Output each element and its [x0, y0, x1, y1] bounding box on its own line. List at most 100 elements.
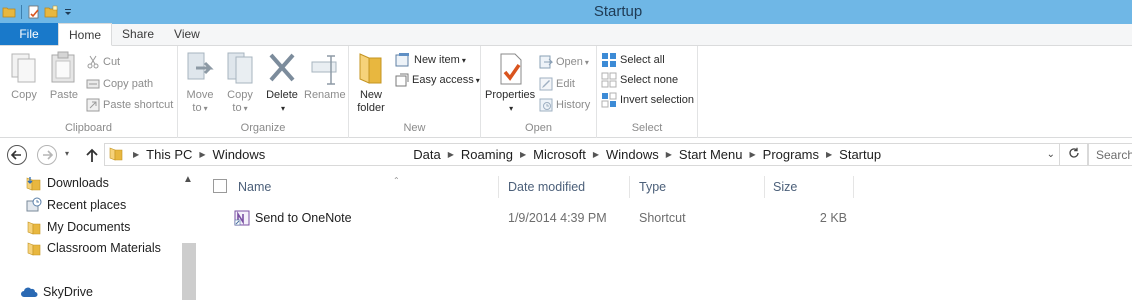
copy-to-label: Copy to ▾: [227, 89, 253, 114]
back-button[interactable]: [6, 144, 28, 166]
column-header-name[interactable]: Name ⌃: [238, 176, 496, 198]
column-header-size[interactable]: Size: [773, 176, 853, 198]
scissors-icon: [87, 55, 99, 69]
select-group: Select all Select none Invert selection …: [597, 46, 698, 138]
easy-access-icon: [395, 73, 409, 87]
folder-icon: [27, 242, 41, 256]
properties-icon[interactable]: [27, 5, 41, 19]
copy-label: Copy: [11, 89, 37, 101]
organize-group: Move to ▾ Copy to ▾ Delete ▾ Rename Organize: [178, 46, 349, 138]
new-item-label: New item: [414, 54, 460, 66]
move-to-button[interactable]: Move to ▾: [184, 50, 216, 115]
column-divider[interactable]: [764, 176, 765, 198]
tab-file[interactable]: File: [0, 23, 58, 45]
breadcrumb-windows[interactable]: Windows: [213, 147, 266, 162]
invert-selection-button[interactable]: Invert selection: [601, 91, 694, 109]
breadcrumb-separator[interactable]: ▶: [126, 150, 146, 159]
properties-button[interactable]: Properties ▾: [485, 50, 535, 115]
file-size-cell: 2 KB: [819, 211, 847, 225]
breadcrumb-windows-2[interactable]: Windows ▶: [606, 147, 679, 162]
new-folder-button[interactable]: New folder: [355, 50, 387, 115]
copy-icon: [11, 53, 36, 83]
easy-access-label: Easy access: [412, 74, 474, 86]
clipboard-group: Copy Paste Cut Copy path Paste shortcut …: [0, 46, 178, 138]
file-date-cell: 1/9/2014 4:39 PM: [508, 211, 607, 225]
tab-home[interactable]: Home: [58, 23, 113, 46]
history-label: History: [556, 99, 591, 111]
file-name-cell[interactable]: Send to OneNote: [234, 207, 352, 229]
select-all-label: Select all: [620, 54, 665, 66]
window-title: Startup: [593, 3, 643, 20]
paste-label: Paste: [49, 89, 79, 101]
breadcrumb-start-menu[interactable]: Start Menu ▶: [679, 147, 763, 162]
breadcrumb-startup[interactable]: Startup: [839, 147, 881, 162]
new-item-icon: [395, 53, 409, 67]
column-divider[interactable]: [853, 176, 854, 198]
new-folder-label: New folder: [357, 89, 385, 114]
scroll-up-icon[interactable]: ▲: [183, 174, 193, 185]
delete-button[interactable]: Delete ▾: [266, 50, 298, 115]
ribbon-tab-bar: File Home Share View: [0, 23, 1132, 46]
scrollbar-thumb[interactable]: [182, 243, 196, 300]
history-button[interactable]: History: [539, 96, 590, 114]
history-icon: [539, 98, 553, 112]
search-input[interactable]: Search: [1088, 143, 1132, 166]
paste-shortcut-button[interactable]: Paste shortcut: [86, 96, 173, 114]
open-button[interactable]: Open ▾: [539, 53, 589, 71]
new-folder-icon[interactable]: [44, 5, 58, 19]
properties-icon: [500, 53, 522, 85]
nav-pane-scrollbar[interactable]: ▲: [180, 171, 198, 300]
refresh-icon[interactable]: [1068, 147, 1080, 162]
edit-button[interactable]: Edit: [539, 75, 575, 93]
up-button[interactable]: [81, 144, 103, 166]
tab-share[interactable]: Share: [112, 23, 164, 45]
recent-locations-chevron-icon[interactable]: ▾: [65, 149, 69, 158]
select-none-icon: [601, 72, 617, 88]
nav-item-my-documents[interactable]: My Documents: [26, 217, 130, 237]
forward-button[interactable]: [36, 144, 58, 166]
file-list: Name ⌃ Date modified Type Size Send to O…: [198, 171, 1132, 300]
edit-pencil-icon: [539, 77, 553, 91]
rename-button[interactable]: Rename: [304, 50, 346, 102]
new-item-button[interactable]: New item ▾: [395, 51, 466, 69]
breadcrumb-this-pc[interactable]: This PC ▶: [146, 147, 212, 162]
column-divider[interactable]: [498, 176, 499, 198]
navigation-bar: ▾ ▶ This PC ▶ Windows Data ▶ Roaming ▶ Micr…: [0, 139, 1132, 171]
new-group: New folder New item ▾ Easy access ▾ New: [349, 46, 481, 138]
paste-button[interactable]: Paste: [48, 50, 80, 102]
copy-path-button[interactable]: Copy path: [86, 75, 153, 93]
forward-arrow-icon: [37, 145, 57, 165]
sort-caret-icon: ⌃: [393, 176, 400, 185]
breadcrumb-microsoft[interactable]: Microsoft ▶: [533, 147, 606, 162]
column-divider[interactable]: [629, 176, 630, 198]
address-history-dropdown-icon[interactable]: ⌄: [1047, 149, 1055, 160]
title-bar: Startup: [0, 0, 1132, 24]
copy-to-button[interactable]: Copy to ▾: [224, 50, 256, 115]
copy-path-icon: [86, 79, 100, 89]
breadcrumb-roaming[interactable]: Roaming ▶: [461, 147, 533, 162]
nav-item-downloads[interactable]: Downloads: [26, 173, 109, 193]
move-to-label: Move to ▾: [186, 89, 214, 114]
select-all-button[interactable]: Select all: [601, 51, 665, 69]
copy-button[interactable]: Copy: [8, 50, 40, 102]
open-icon: [539, 55, 553, 69]
column-header-type[interactable]: Type: [639, 176, 759, 198]
customize-qat-icon[interactable]: [61, 5, 75, 19]
nav-item-skydrive[interactable]: SkyDrive: [20, 282, 93, 300]
breadcrumb-programs[interactable]: Programs ▶: [763, 147, 840, 162]
column-header-date-modified[interactable]: Date modified: [508, 176, 628, 198]
address-bar[interactable]: ▶ This PC ▶ Windows Data ▶ Roaming ▶ Micros…: [104, 143, 1060, 166]
recent-places-icon: [26, 197, 42, 212]
select-all-icon: [602, 53, 616, 67]
nav-item-recent-places[interactable]: Recent places: [26, 195, 126, 215]
breadcrumb-data[interactable]: Data ▶: [413, 147, 461, 162]
select-none-button[interactable]: Select none: [601, 71, 678, 89]
easy-access-button[interactable]: Easy access ▾: [395, 71, 480, 89]
skydrive-icon: [21, 287, 38, 297]
select-all-checkbox[interactable]: [213, 179, 227, 193]
navigation-pane: Downloads Recent places My Documents Cla…: [0, 171, 198, 300]
copy-path-label: Copy path: [103, 78, 154, 90]
tab-view[interactable]: View: [164, 23, 210, 45]
cut-button[interactable]: Cut: [86, 53, 120, 71]
nav-item-classroom-materials[interactable]: Classroom Materials: [26, 238, 161, 258]
